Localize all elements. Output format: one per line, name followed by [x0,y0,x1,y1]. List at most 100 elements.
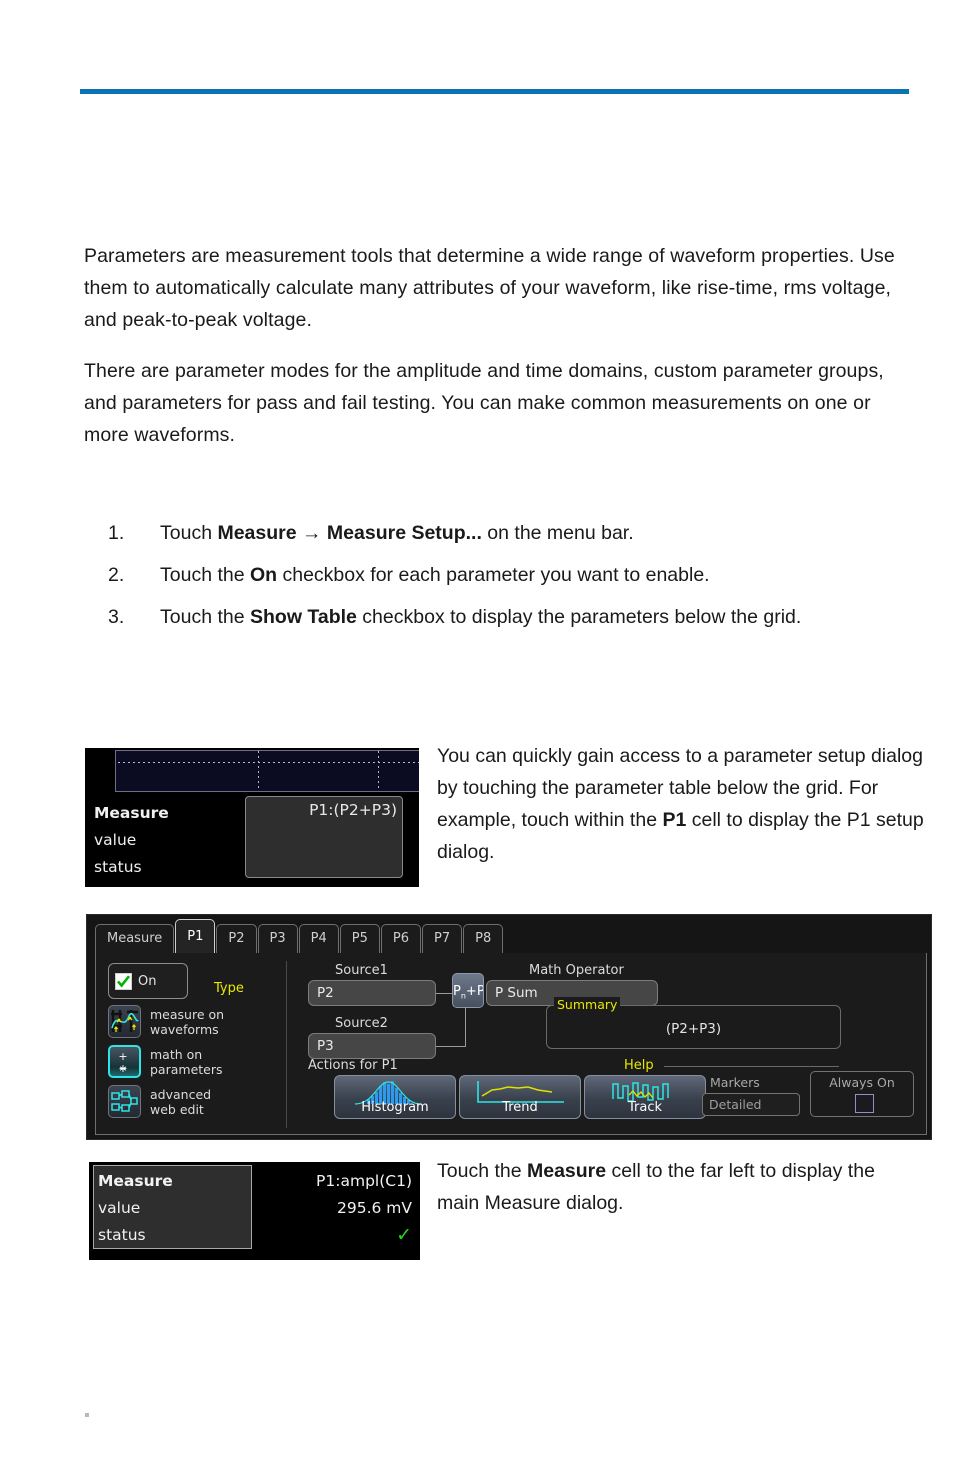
tab-p4[interactable]: P4 [298,924,339,953]
tab-p1[interactable]: P1 [175,919,216,953]
footer-mark [85,1413,89,1417]
histogram-button[interactable]: Histogram [334,1075,456,1119]
list-item: 1. Touch Measure → Measure Setup... on th… [108,518,898,549]
always-on-checkbox[interactable] [855,1094,874,1113]
source2-label: Source2 [335,1016,388,1031]
p1-cell-value: P1:(P2+P3) [309,801,397,819]
step-text-pre: Touch [160,522,218,544]
panel-vertical-divider [286,961,287,1128]
web-edit-icon [108,1085,141,1118]
actions-label: Actions for P1 [308,1058,398,1073]
markers-label: Markers [710,1075,760,1090]
measure-label: Measure [94,804,169,822]
callout1-bold: P1 [662,809,687,831]
intro-paragraph-2: There are parameter modes for the amplit… [84,360,884,446]
histogram-button-label: Histogram [361,1100,429,1115]
math-operator-label: Math Operator [529,963,624,978]
callout2-pre: Touch the [437,1160,527,1182]
callout-paragraph-2: Touch the Measure cell to the far left t… [437,1155,907,1219]
step-number: 3. [108,606,125,628]
tab-p2[interactable]: P2 [216,924,257,953]
list-item: 2. Touch the On checkbox for each paramet… [108,560,898,591]
track-button-label: Track [627,1100,663,1115]
type-math-on-parameters[interactable]: + − ∗ ÷ math on parameters [108,1045,223,1078]
intro-paragraph-1: Parameters are measurement tools that de… [84,245,895,331]
step-text-pre: Touch the [160,606,250,628]
type-advanced-web-edit[interactable]: advanced web edit [108,1085,211,1118]
p1-parameter-cell[interactable]: P1:(P2+P3) [245,796,403,878]
grid-horizontal-dashed-line [118,762,419,763]
type-line-2: waveforms [150,1021,219,1037]
step-number: 1. [108,522,125,544]
type-label-advanced-web-edit: advanced web edit [150,1087,211,1117]
source2-field[interactable]: P3 [308,1033,436,1059]
intro-text-block: Parameters are measurement tools that de… [84,240,896,470]
page-header-rule [80,89,909,94]
type-line-1: math on [150,1046,203,1062]
tab-p6[interactable]: P6 [380,924,421,953]
waveform-measure-icon [108,1005,141,1038]
type-line-1: advanced [150,1086,212,1102]
callout2-bold: Measure [526,1160,607,1182]
value-label: value [98,1199,141,1217]
step-text-post: checkbox for each parameter you want to … [277,564,710,586]
on-checkbox[interactable]: On [108,963,188,999]
trend-button-label: Trend [502,1100,538,1115]
measure-table-row-labels: Measure value status [98,1168,173,1249]
tab-p3[interactable]: P3 [257,924,298,953]
source1-field[interactable]: P2 [308,980,436,1006]
tab-measure[interactable]: Measure [95,924,175,953]
list-item: 3. Touch the Show Table checkbox to displ… [108,602,898,633]
dialog-panel: On Type measure on waveforms + − ∗ math … [95,953,927,1135]
measure-table-values: P1:ampl(C1) 295.6 mV ✓ [262,1168,412,1249]
type-line-2: web edit [150,1101,204,1117]
operator-icon-button[interactable]: Pn+Pm [452,973,484,1008]
callout-paragraph-1: You can quickly gain access to a paramet… [437,740,932,868]
math-operators-icon: + − ∗ ÷ [108,1045,141,1078]
p1-setup-dialog-screenshot: Measure P1 P2 P3 P4 P5 P6 P7 P8 On Type [86,914,932,1140]
always-on-group[interactable]: Always On [810,1071,914,1117]
type-line-2: parameters [150,1061,223,1077]
p1-parameter-name: P1:ampl(C1) [316,1172,412,1190]
step-text-pre: Touch the [160,564,250,586]
measure-table-screenshot-bottom: Measure value status P1:ampl(C1) 295.6 m… [89,1162,420,1260]
markers-field[interactable]: Detailed [702,1093,800,1116]
procedure-step-list: 1. Touch Measure → Measure Setup... on th… [108,518,898,644]
measure-label: Measure [98,1172,173,1190]
step-text-bold: Measure → Measure Setup... [217,522,482,544]
dialog-tab-row: Measure P1 P2 P3 P4 P5 P6 P7 P8 [95,919,504,953]
p1-measured-value: 295.6 mV [336,1199,412,1217]
value-label: value [94,831,137,849]
step-text-post: on the menu bar. [481,522,634,544]
waveform-grid-strip [115,750,419,792]
type-line-1: measure on [150,1006,225,1022]
source1-label: Source1 [335,963,388,978]
status-label: status [94,858,142,876]
grid-vertical-dashed-line [258,751,259,791]
type-measure-on-waveforms[interactable]: measure on waveforms [108,1005,224,1038]
tab-p5[interactable]: P5 [339,924,380,953]
step-text-bold: On [249,564,278,586]
track-button[interactable]: Track [584,1075,706,1119]
grid-vertical-dashed-line [378,751,379,791]
checkbox-checked-icon [115,972,132,990]
step-text-post: checkbox to display the parameters below… [356,606,802,628]
measure-table-row-labels: Measure value status [94,800,244,881]
tab-p8[interactable]: P8 [463,924,504,953]
trend-button[interactable]: Trend [459,1075,581,1119]
type-group-label: Type [214,981,244,996]
summary-value: (P2+P3) [665,1021,722,1037]
tab-p7[interactable]: P7 [422,924,463,953]
math-glyph-line-2: ∗ ÷ [118,1062,131,1077]
status-check-icon: ✓ [396,1224,412,1246]
operator-glyph: Pn+Pm [453,984,484,1001]
status-label: status [98,1226,146,1244]
summary-legend: Summary [554,997,621,1012]
wire-source2-to-operator [436,1046,466,1047]
on-checkbox-label: On [138,973,157,989]
step-text-bold: Show Table [249,606,357,628]
measure-table-screenshot-top: Measure value status P1:(P2+P3) [85,748,419,887]
always-on-label: Always On [829,1075,895,1090]
type-label-math-on-parameters: math on parameters [150,1047,223,1077]
type-label-measure-on-waveforms: measure on waveforms [150,1007,224,1037]
